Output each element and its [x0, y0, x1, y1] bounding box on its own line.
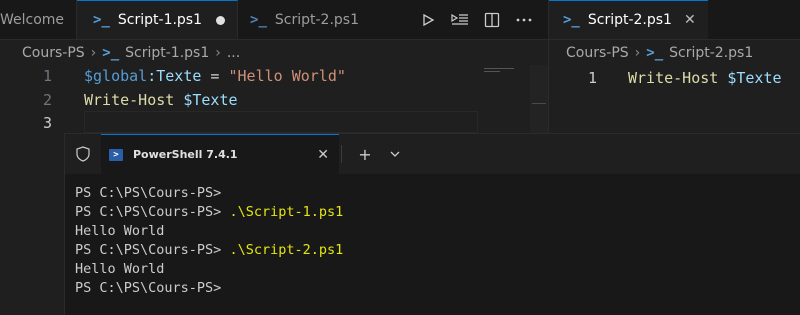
powershell-icon: >_ [93, 12, 110, 28]
line-number: 1 [587, 69, 597, 87]
overview-ruler-mark [532, 103, 546, 104]
terminal-line: PS C:\PS\Cours-PS> [75, 280, 222, 296]
tab-label: Welcome [0, 11, 65, 28]
terminal-line: Hello World [75, 223, 165, 239]
terminal-line: PS C:\PS\Cours-PS> .\Script-2.ps1 [75, 242, 344, 258]
right-editor-tabbar: >_ Script-2.ps1 ✕ [549, 0, 800, 40]
code-line[interactable]: 2 Write-Host $Texte [0, 89, 548, 111]
breadcrumb-folder[interactable]: Cours-PS [566, 45, 629, 61]
run-icon[interactable] [412, 0, 444, 40]
line-number: 1 [42, 67, 52, 85]
code-text: Write-Host $Texte [84, 91, 238, 109]
breadcrumb: Cours-PS › >_ Script-2.ps1 [549, 41, 800, 65]
powershell-icon: > [109, 148, 123, 161]
line-number: 2 [42, 91, 52, 109]
powershell-icon: >_ [646, 45, 664, 61]
left-editor-tabbar: Welcome >_ Script-1.ps1 >_ Script-2.ps1 [0, 0, 548, 40]
shield-icon[interactable] [65, 134, 101, 174]
editor-actions [412, 0, 548, 39]
code-editor[interactable]: 1 $global:Texte = "Hello World" 2 Write-… [0, 65, 548, 135]
current-line-highlight [84, 111, 478, 133]
powershell-icon: >_ [563, 12, 580, 28]
close-icon[interactable]: ✕ [317, 147, 329, 163]
breadcrumb-folder[interactable]: Cours-PS [22, 45, 85, 61]
terminal-panel[interactable]: > PowerShell 7.4.1 ✕ + PS C:\PS\Cours-PS… [64, 133, 800, 315]
scrollbar[interactable] [530, 65, 548, 135]
chevron-right-icon: › [215, 45, 221, 61]
tab-script-2-right[interactable]: >_ Script-2.ps1 ✕ [549, 0, 708, 39]
tab-label: Script-2.ps1 [274, 11, 359, 28]
code-text: $global:Texte = "Hello World" [84, 67, 346, 85]
tab-label: Script-2.ps1 [587, 12, 672, 28]
breadcrumb: Cours-PS › >_ Script-1.ps1 › ... [0, 41, 548, 65]
tab-label: Script-1.ps1 [117, 12, 203, 28]
plus-icon[interactable]: + [350, 134, 380, 174]
chevron-down-icon[interactable] [380, 134, 410, 174]
line-number: 3 [42, 114, 52, 132]
close-icon[interactable]: ✕ [684, 12, 696, 28]
terminal-tab[interactable]: > PowerShell 7.4.1 ✕ [101, 134, 339, 174]
terminal-line: PS C:\PS\Cours-PS> [75, 185, 222, 201]
terminal-output[interactable]: PS C:\PS\Cours-PS> PS C:\PS\Cours-PS> .\… [75, 184, 343, 298]
tab-script-2[interactable]: >_ Script-2.ps1 [238, 0, 371, 39]
terminal-tab-title: PowerShell 7.4.1 [133, 148, 238, 161]
divider [341, 145, 342, 163]
breadcrumb-symbol[interactable]: ... [227, 45, 240, 61]
powershell-icon: >_ [102, 45, 120, 61]
code-text: Write-Host $Texte [628, 69, 782, 87]
code-line[interactable]: 1 $global:Texte = "Hello World" [0, 65, 548, 87]
minimap[interactable] [484, 68, 514, 69]
tab-script-1[interactable]: >_ Script-1.ps1 [77, 0, 239, 39]
terminal-header: > PowerShell 7.4.1 ✕ + [65, 134, 800, 174]
terminal-line: PS C:\PS\Cours-PS> .\Script-1.ps1 [75, 204, 344, 220]
minimap[interactable] [484, 71, 500, 72]
terminal-line: Hello World [75, 261, 165, 277]
chevron-right-icon: › [634, 45, 641, 61]
split-editor-icon[interactable] [476, 0, 508, 40]
run-selection-icon[interactable] [444, 0, 476, 40]
more-actions-icon[interactable] [508, 0, 540, 40]
code-line[interactable]: 1 Write-Host $Texte [549, 67, 800, 89]
chevron-right-icon: › [90, 45, 97, 61]
powershell-icon: >_ [250, 11, 267, 28]
breadcrumb-file[interactable]: Script-1.ps1 [125, 45, 209, 61]
tab-welcome[interactable]: Welcome [0, 0, 78, 39]
breadcrumb-file[interactable]: Script-2.ps1 [669, 45, 753, 61]
unsaved-dot-icon[interactable] [216, 15, 226, 25]
